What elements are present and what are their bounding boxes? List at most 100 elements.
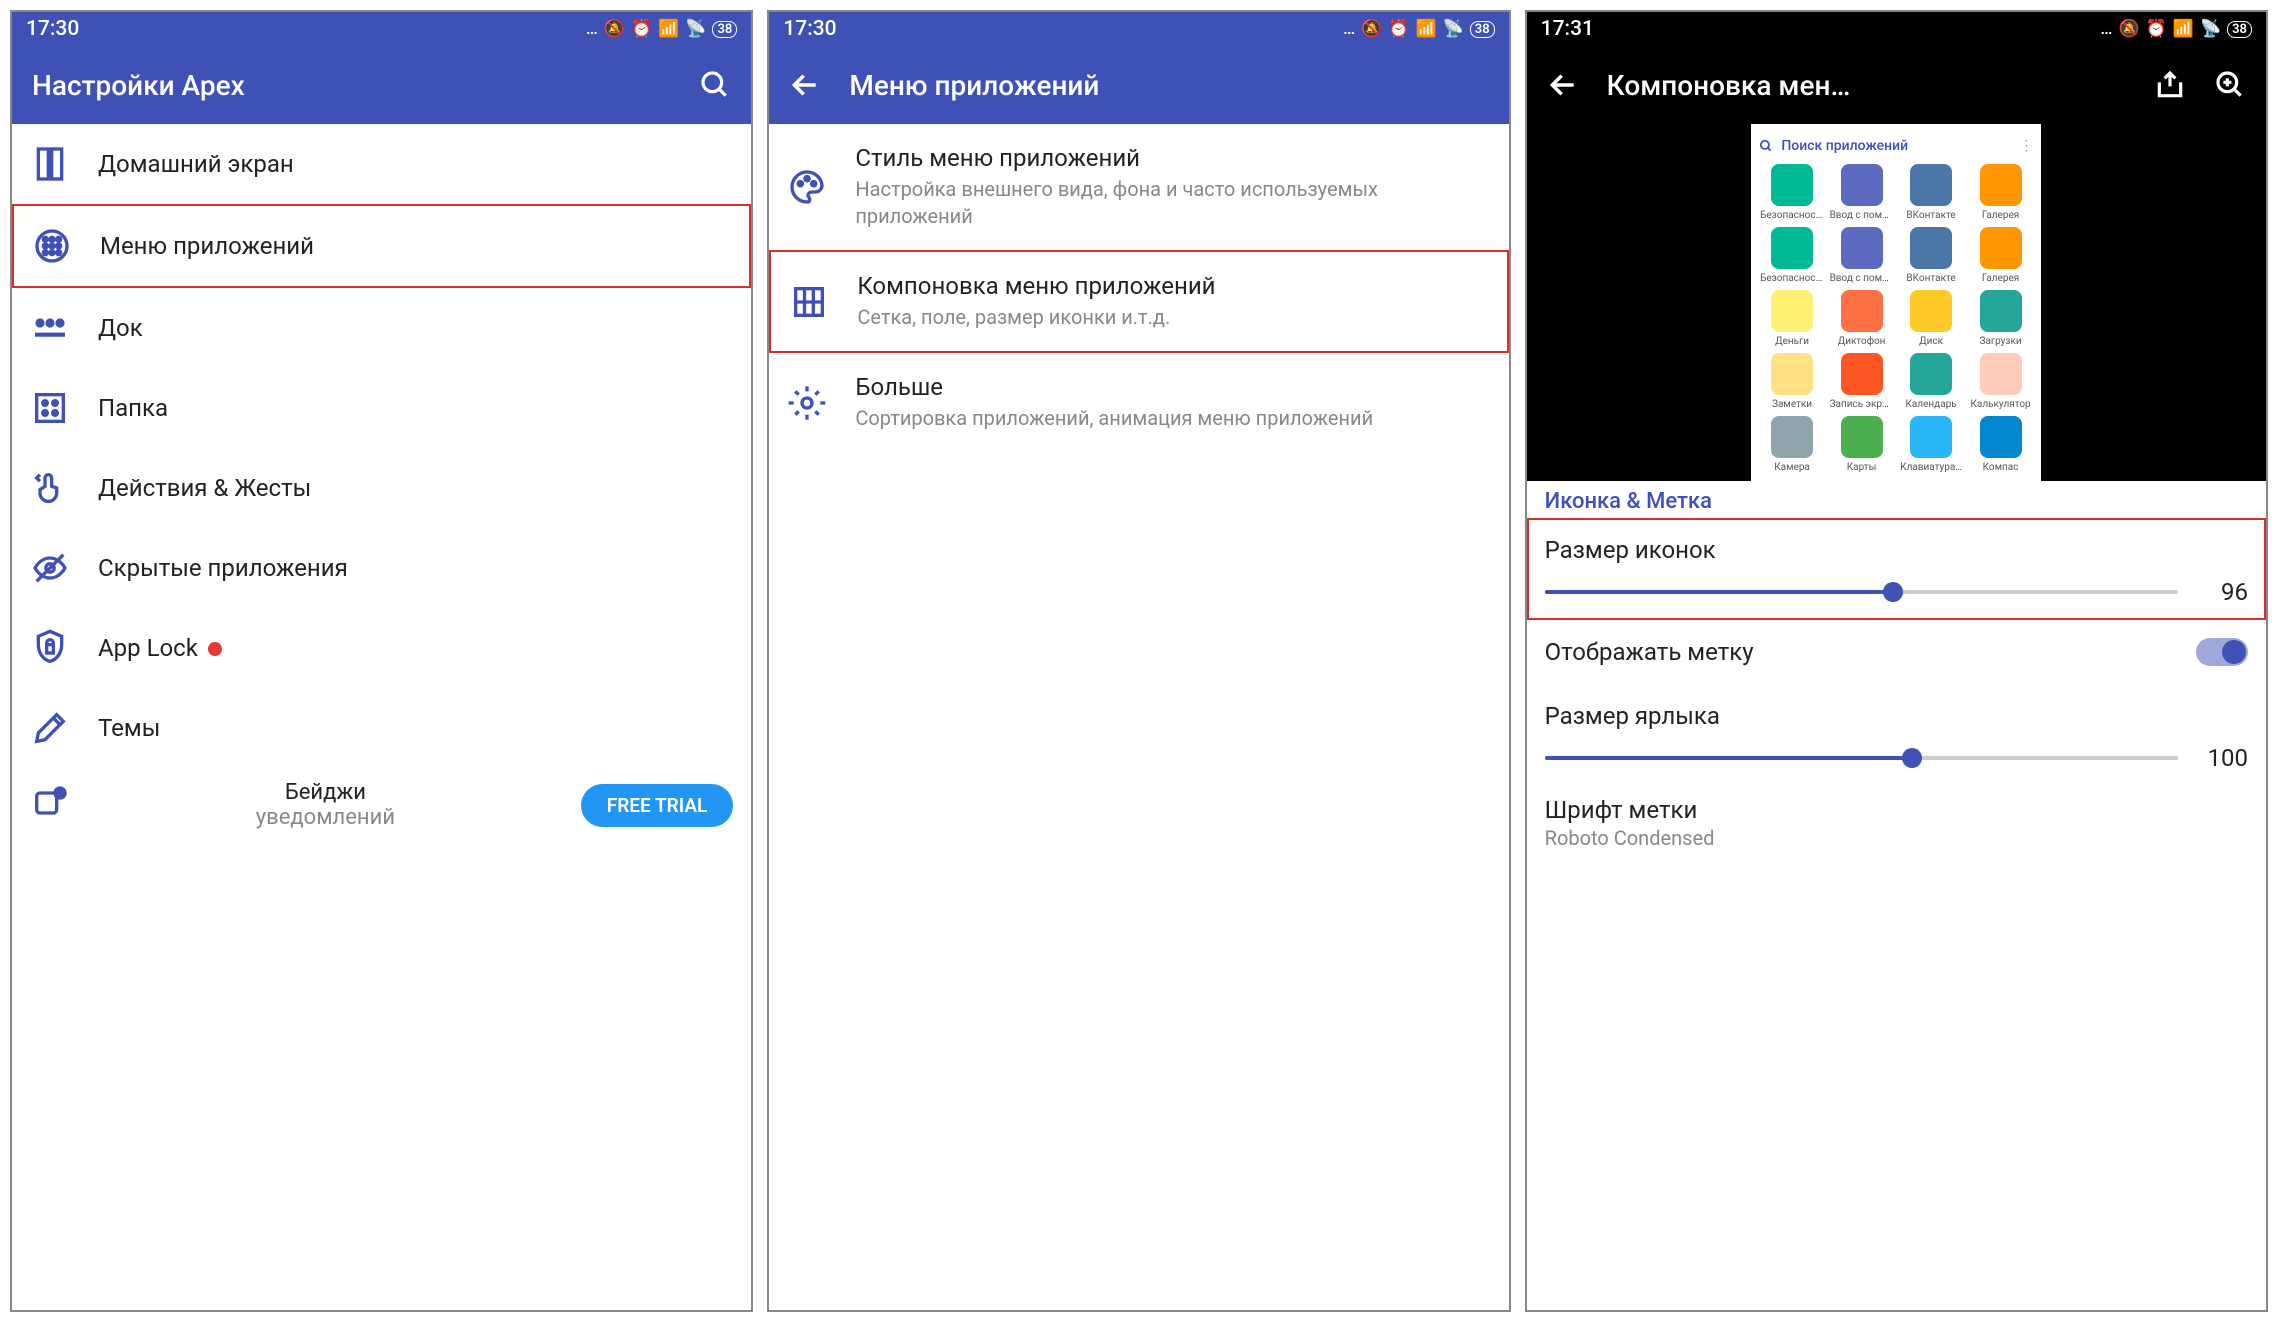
statusbar: 17:30 … 🔕 ⏰ 📶 📡 38 (12, 12, 751, 46)
app-icon (1910, 353, 1952, 395)
setting-show-label[interactable]: Отображать метку (1527, 620, 2266, 684)
row-label: Меню приложений (100, 232, 731, 260)
signal-icon: 📶 (658, 19, 679, 39)
app-label: ВКонтакте (1906, 210, 1955, 221)
preview-app: Безопасность (1759, 164, 1825, 221)
statusbar: 17:30 …🔕⏰📶📡 38 (769, 12, 1508, 46)
zoom-in-icon[interactable] (2214, 69, 2246, 101)
preview-app: Диск (1898, 290, 1964, 347)
row-folder[interactable]: Папка (12, 368, 751, 448)
preview-app: ВКонтакте (1898, 164, 1964, 221)
setting-label: Размер иконок (1545, 536, 2248, 564)
row-home-screen[interactable]: Домашний экран (12, 124, 751, 204)
row-label: Папка (98, 394, 733, 422)
app-label: Загрузки (1980, 336, 2022, 347)
app-label: Компас (1983, 462, 2019, 473)
share-icon[interactable] (2154, 69, 2186, 101)
search-icon (1759, 139, 1773, 153)
app-drawer-icon (32, 226, 72, 266)
row-gestures[interactable]: Действия & Жесты (12, 448, 751, 528)
app-label: Ввод с помо… (1830, 210, 1894, 221)
preview-app: Камера (1759, 416, 1825, 473)
app-icon (1980, 416, 2022, 458)
section-header: Иконка & Метка (1527, 481, 2266, 518)
app-label: Запись экрана (1830, 399, 1894, 410)
page-title: Настройки Apex (32, 69, 671, 102)
show-label-toggle[interactable] (2196, 638, 2248, 666)
preview-app: Ввод с помо… (1829, 164, 1895, 221)
folder-icon (30, 388, 70, 428)
row-more[interactable]: Больше Сортировка приложений, анимация м… (769, 353, 1508, 452)
gesture-icon (30, 468, 70, 508)
app-icon (1841, 227, 1883, 269)
app-icon (1841, 416, 1883, 458)
row-title: Больше (855, 373, 1490, 401)
home-screen-icon (30, 144, 70, 184)
app-icon (1980, 227, 2022, 269)
status-time: 17:30 (26, 17, 79, 41)
row-label: App Lock (98, 634, 733, 662)
palette-icon (787, 167, 827, 207)
gear-icon (787, 383, 827, 423)
preview-app: Галерея (1968, 164, 2034, 221)
settings-list: Домашний экран Меню приложений Док Папка… (12, 124, 751, 1310)
row-themes[interactable]: Темы (12, 688, 751, 768)
app-icon (1910, 164, 1952, 206)
row-drawer-style[interactable]: Стиль меню приложений Настройка внешнего… (769, 124, 1508, 250)
preview-app: Диктофон (1829, 290, 1895, 347)
row-subtitle: Сортировка приложений, анимация меню при… (855, 405, 1490, 432)
app-icon (1980, 164, 2022, 206)
preview-app: Карты (1829, 416, 1895, 473)
row-drawer-layout[interactable]: Компоновка меню приложений Сетка, поле, … (769, 250, 1508, 353)
new-indicator-dot (208, 642, 222, 656)
preview-app: ВКонтакте (1898, 227, 1964, 284)
row-app-drawer[interactable]: Меню приложений (12, 204, 751, 288)
statusbar: 17:31 …🔕⏰📶📡 38 (1527, 12, 2266, 46)
setting-label: Размер ярлыка (1545, 702, 2248, 730)
status-icons: …🔕⏰📶📡 38 (2100, 19, 2252, 39)
row-title: Стиль меню приложений (855, 144, 1490, 172)
back-icon[interactable] (1547, 69, 1579, 101)
preview-app: Компас (1968, 416, 2034, 473)
app-icon (1910, 416, 1952, 458)
preview-app: Запись экрана (1829, 353, 1895, 410)
row-app-lock[interactable]: App Lock (12, 608, 751, 688)
app-label: Калькулятор (1970, 399, 2030, 410)
dock-icon (30, 308, 70, 348)
row-hidden-apps[interactable]: Скрытые приложения (12, 528, 751, 608)
preview-app: Заметки (1759, 353, 1825, 410)
row-badges[interactable]: Бейджи уведомлений FREE TRIAL (12, 768, 751, 838)
app-label: Деньги (1775, 336, 1809, 347)
grid-icon (789, 282, 829, 322)
setting-label-size[interactable]: Размер ярлыка 100 (1527, 684, 2266, 786)
icon-size-slider[interactable] (1545, 590, 2178, 594)
row-dock[interactable]: Док (12, 288, 751, 368)
appbar: Настройки Apex (12, 46, 751, 124)
preview-app: Калькулятор (1968, 353, 2034, 410)
app-label: Галерея (1982, 273, 2019, 284)
badge-label: Бейджи уведомлений (70, 780, 581, 830)
free-trial-button[interactable]: FREE TRIAL (581, 784, 734, 827)
app-icon (1910, 290, 1952, 332)
preview-app: Галерея (1968, 227, 2034, 284)
app-label: Диктофон (1838, 336, 1886, 347)
app-label: Календарь (1905, 399, 1956, 410)
battery-icon: 38 (712, 21, 737, 38)
overflow-icon: ⋮ (2019, 138, 2033, 154)
brush-icon (30, 708, 70, 748)
setting-icon-size[interactable]: Размер иконок 96 (1527, 518, 2266, 620)
app-label: Ввод с помо… (1830, 273, 1894, 284)
appbar: Меню приложений (769, 46, 1508, 124)
search-icon[interactable] (699, 69, 731, 101)
settings-pane: Иконка & Метка Размер иконок 96 Отобража… (1527, 481, 2266, 864)
app-icon (1771, 416, 1813, 458)
back-icon[interactable] (789, 69, 821, 101)
notification-off-icon: 🔕 (604, 19, 625, 39)
label-size-slider[interactable] (1545, 756, 2178, 760)
eye-off-icon (30, 548, 70, 588)
setting-label-font[interactable]: Шрифт метки Roboto Condensed (1527, 786, 2266, 864)
preview-app: Календарь (1898, 353, 1964, 410)
app-icon (1841, 164, 1883, 206)
row-label: Действия & Жесты (98, 474, 733, 502)
preview-area: Поиск приложений ⋮ БезопасностьВвод с по… (1527, 124, 2266, 481)
